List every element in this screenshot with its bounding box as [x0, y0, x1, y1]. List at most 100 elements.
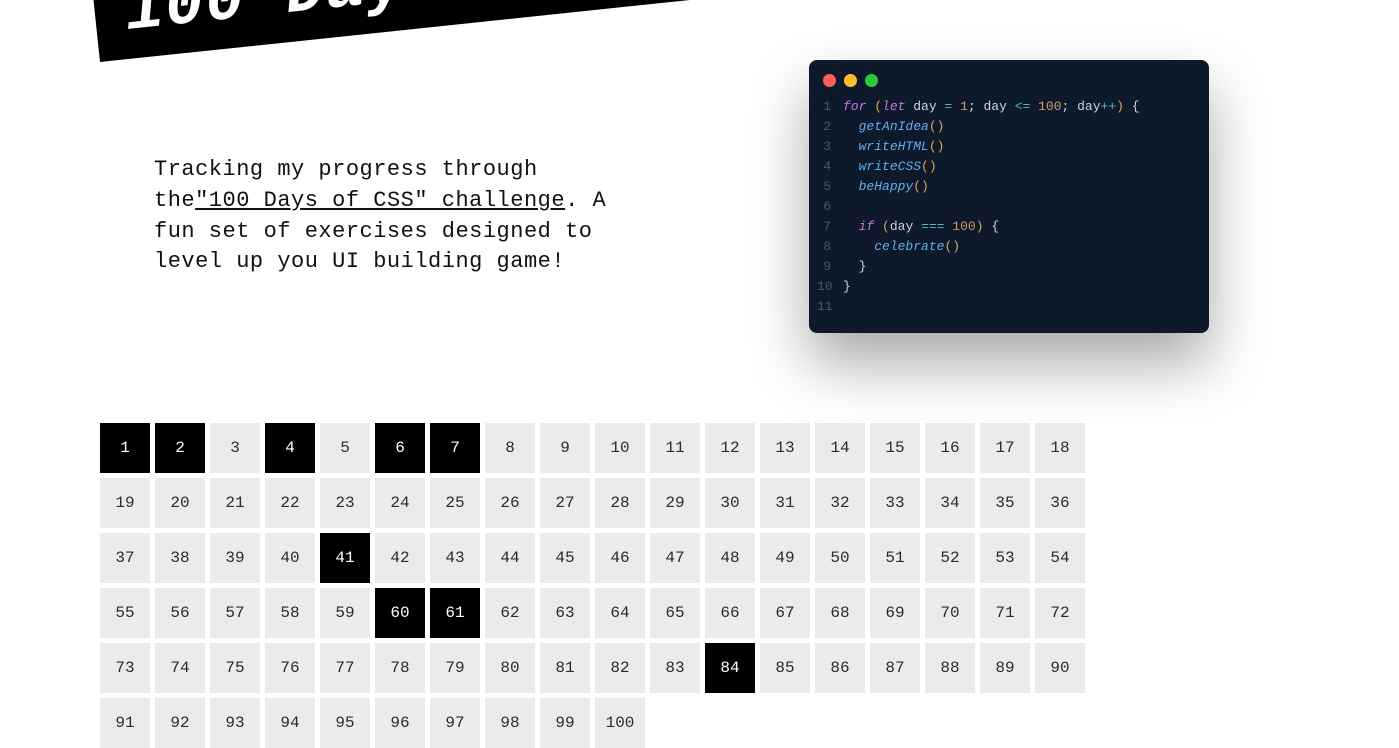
day-button-5[interactable]: 5	[320, 423, 370, 473]
day-button-11[interactable]: 11	[650, 423, 700, 473]
day-button-79[interactable]: 79	[430, 643, 480, 693]
day-button-87[interactable]: 87	[870, 643, 920, 693]
day-button-75[interactable]: 75	[210, 643, 260, 693]
day-button-30[interactable]: 30	[705, 478, 755, 528]
day-button-72[interactable]: 72	[1035, 588, 1085, 638]
day-button-58[interactable]: 58	[265, 588, 315, 638]
day-button-15[interactable]: 15	[870, 423, 920, 473]
day-button-61[interactable]: 61	[430, 588, 480, 638]
day-button-38[interactable]: 38	[155, 533, 205, 583]
day-button-31[interactable]: 31	[760, 478, 810, 528]
day-button-78[interactable]: 78	[375, 643, 425, 693]
day-button-64[interactable]: 64	[595, 588, 645, 638]
day-button-6[interactable]: 6	[375, 423, 425, 473]
day-button-32[interactable]: 32	[815, 478, 865, 528]
day-button-23[interactable]: 23	[320, 478, 370, 528]
day-button-43[interactable]: 43	[430, 533, 480, 583]
day-button-22[interactable]: 22	[265, 478, 315, 528]
day-button-13[interactable]: 13	[760, 423, 810, 473]
challenge-link[interactable]: "100 Days of CSS" challenge	[195, 188, 565, 213]
day-button-55[interactable]: 55	[100, 588, 150, 638]
day-button-29[interactable]: 29	[650, 478, 700, 528]
day-button-47[interactable]: 47	[650, 533, 700, 583]
day-button-50[interactable]: 50	[815, 533, 865, 583]
day-button-100[interactable]: 100	[595, 698, 645, 748]
day-button-36[interactable]: 36	[1035, 478, 1085, 528]
day-button-81[interactable]: 81	[540, 643, 590, 693]
day-button-35[interactable]: 35	[980, 478, 1030, 528]
day-button-89[interactable]: 89	[980, 643, 1030, 693]
day-button-53[interactable]: 53	[980, 533, 1030, 583]
day-button-98[interactable]: 98	[485, 698, 535, 748]
day-button-49[interactable]: 49	[760, 533, 810, 583]
day-button-2[interactable]: 2	[155, 423, 205, 473]
day-button-44[interactable]: 44	[485, 533, 535, 583]
day-button-14[interactable]: 14	[815, 423, 865, 473]
day-button-17[interactable]: 17	[980, 423, 1030, 473]
day-button-1[interactable]: 1	[100, 423, 150, 473]
day-button-63[interactable]: 63	[540, 588, 590, 638]
day-button-83[interactable]: 83	[650, 643, 700, 693]
day-button-4[interactable]: 4	[265, 423, 315, 473]
day-button-80[interactable]: 80	[485, 643, 535, 693]
day-button-16[interactable]: 16	[925, 423, 975, 473]
day-button-41[interactable]: 41	[320, 533, 370, 583]
day-button-67[interactable]: 67	[760, 588, 810, 638]
day-button-93[interactable]: 93	[210, 698, 260, 748]
day-button-77[interactable]: 77	[320, 643, 370, 693]
day-button-74[interactable]: 74	[155, 643, 205, 693]
day-button-91[interactable]: 91	[100, 698, 150, 748]
day-button-42[interactable]: 42	[375, 533, 425, 583]
day-button-7[interactable]: 7	[430, 423, 480, 473]
day-button-8[interactable]: 8	[485, 423, 535, 473]
day-button-27[interactable]: 27	[540, 478, 590, 528]
day-button-45[interactable]: 45	[540, 533, 590, 583]
day-button-20[interactable]: 20	[155, 478, 205, 528]
day-button-10[interactable]: 10	[595, 423, 645, 473]
day-button-62[interactable]: 62	[485, 588, 535, 638]
day-button-68[interactable]: 68	[815, 588, 865, 638]
day-button-37[interactable]: 37	[100, 533, 150, 583]
day-button-28[interactable]: 28	[595, 478, 645, 528]
day-button-46[interactable]: 46	[595, 533, 645, 583]
day-button-24[interactable]: 24	[375, 478, 425, 528]
day-button-70[interactable]: 70	[925, 588, 975, 638]
day-button-19[interactable]: 19	[100, 478, 150, 528]
day-button-76[interactable]: 76	[265, 643, 315, 693]
day-button-21[interactable]: 21	[210, 478, 260, 528]
day-button-69[interactable]: 69	[870, 588, 920, 638]
day-button-59[interactable]: 59	[320, 588, 370, 638]
day-button-92[interactable]: 92	[155, 698, 205, 748]
day-button-97[interactable]: 97	[430, 698, 480, 748]
day-button-60[interactable]: 60	[375, 588, 425, 638]
day-button-12[interactable]: 12	[705, 423, 755, 473]
day-button-48[interactable]: 48	[705, 533, 755, 583]
day-button-39[interactable]: 39	[210, 533, 260, 583]
day-button-73[interactable]: 73	[100, 643, 150, 693]
day-button-95[interactable]: 95	[320, 698, 370, 748]
day-button-96[interactable]: 96	[375, 698, 425, 748]
day-button-85[interactable]: 85	[760, 643, 810, 693]
day-button-18[interactable]: 18	[1035, 423, 1085, 473]
day-button-52[interactable]: 52	[925, 533, 975, 583]
day-button-51[interactable]: 51	[870, 533, 920, 583]
day-button-54[interactable]: 54	[1035, 533, 1085, 583]
day-button-33[interactable]: 33	[870, 478, 920, 528]
day-button-34[interactable]: 34	[925, 478, 975, 528]
day-button-57[interactable]: 57	[210, 588, 260, 638]
day-button-26[interactable]: 26	[485, 478, 535, 528]
day-button-56[interactable]: 56	[155, 588, 205, 638]
day-button-71[interactable]: 71	[980, 588, 1030, 638]
day-button-9[interactable]: 9	[540, 423, 590, 473]
day-button-82[interactable]: 82	[595, 643, 645, 693]
day-button-88[interactable]: 88	[925, 643, 975, 693]
day-button-94[interactable]: 94	[265, 698, 315, 748]
day-button-86[interactable]: 86	[815, 643, 865, 693]
day-button-84[interactable]: 84	[705, 643, 755, 693]
day-button-25[interactable]: 25	[430, 478, 480, 528]
day-button-65[interactable]: 65	[650, 588, 700, 638]
day-button-99[interactable]: 99	[540, 698, 590, 748]
day-button-66[interactable]: 66	[705, 588, 755, 638]
day-button-3[interactable]: 3	[210, 423, 260, 473]
day-button-40[interactable]: 40	[265, 533, 315, 583]
